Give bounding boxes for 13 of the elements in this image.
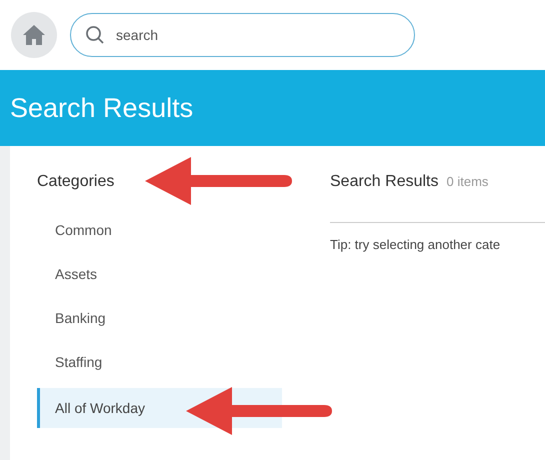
category-item[interactable]: Staffing [37,340,282,384]
search-field[interactable]: search [70,13,415,57]
home-icon [22,24,46,46]
categories-heading: Categories [37,172,116,192]
page-title: Search Results [10,92,194,125]
category-item[interactable]: Assets [37,252,282,296]
home-button[interactable] [11,12,57,58]
category-item[interactable]: Banking [37,296,282,340]
category-item[interactable]: Common [37,208,282,252]
search-icon [85,25,105,45]
tip-text: Tip: try selecting another cate [330,236,502,254]
results-heading: Search Results [330,172,438,192]
results-count: 0 items [446,173,488,191]
